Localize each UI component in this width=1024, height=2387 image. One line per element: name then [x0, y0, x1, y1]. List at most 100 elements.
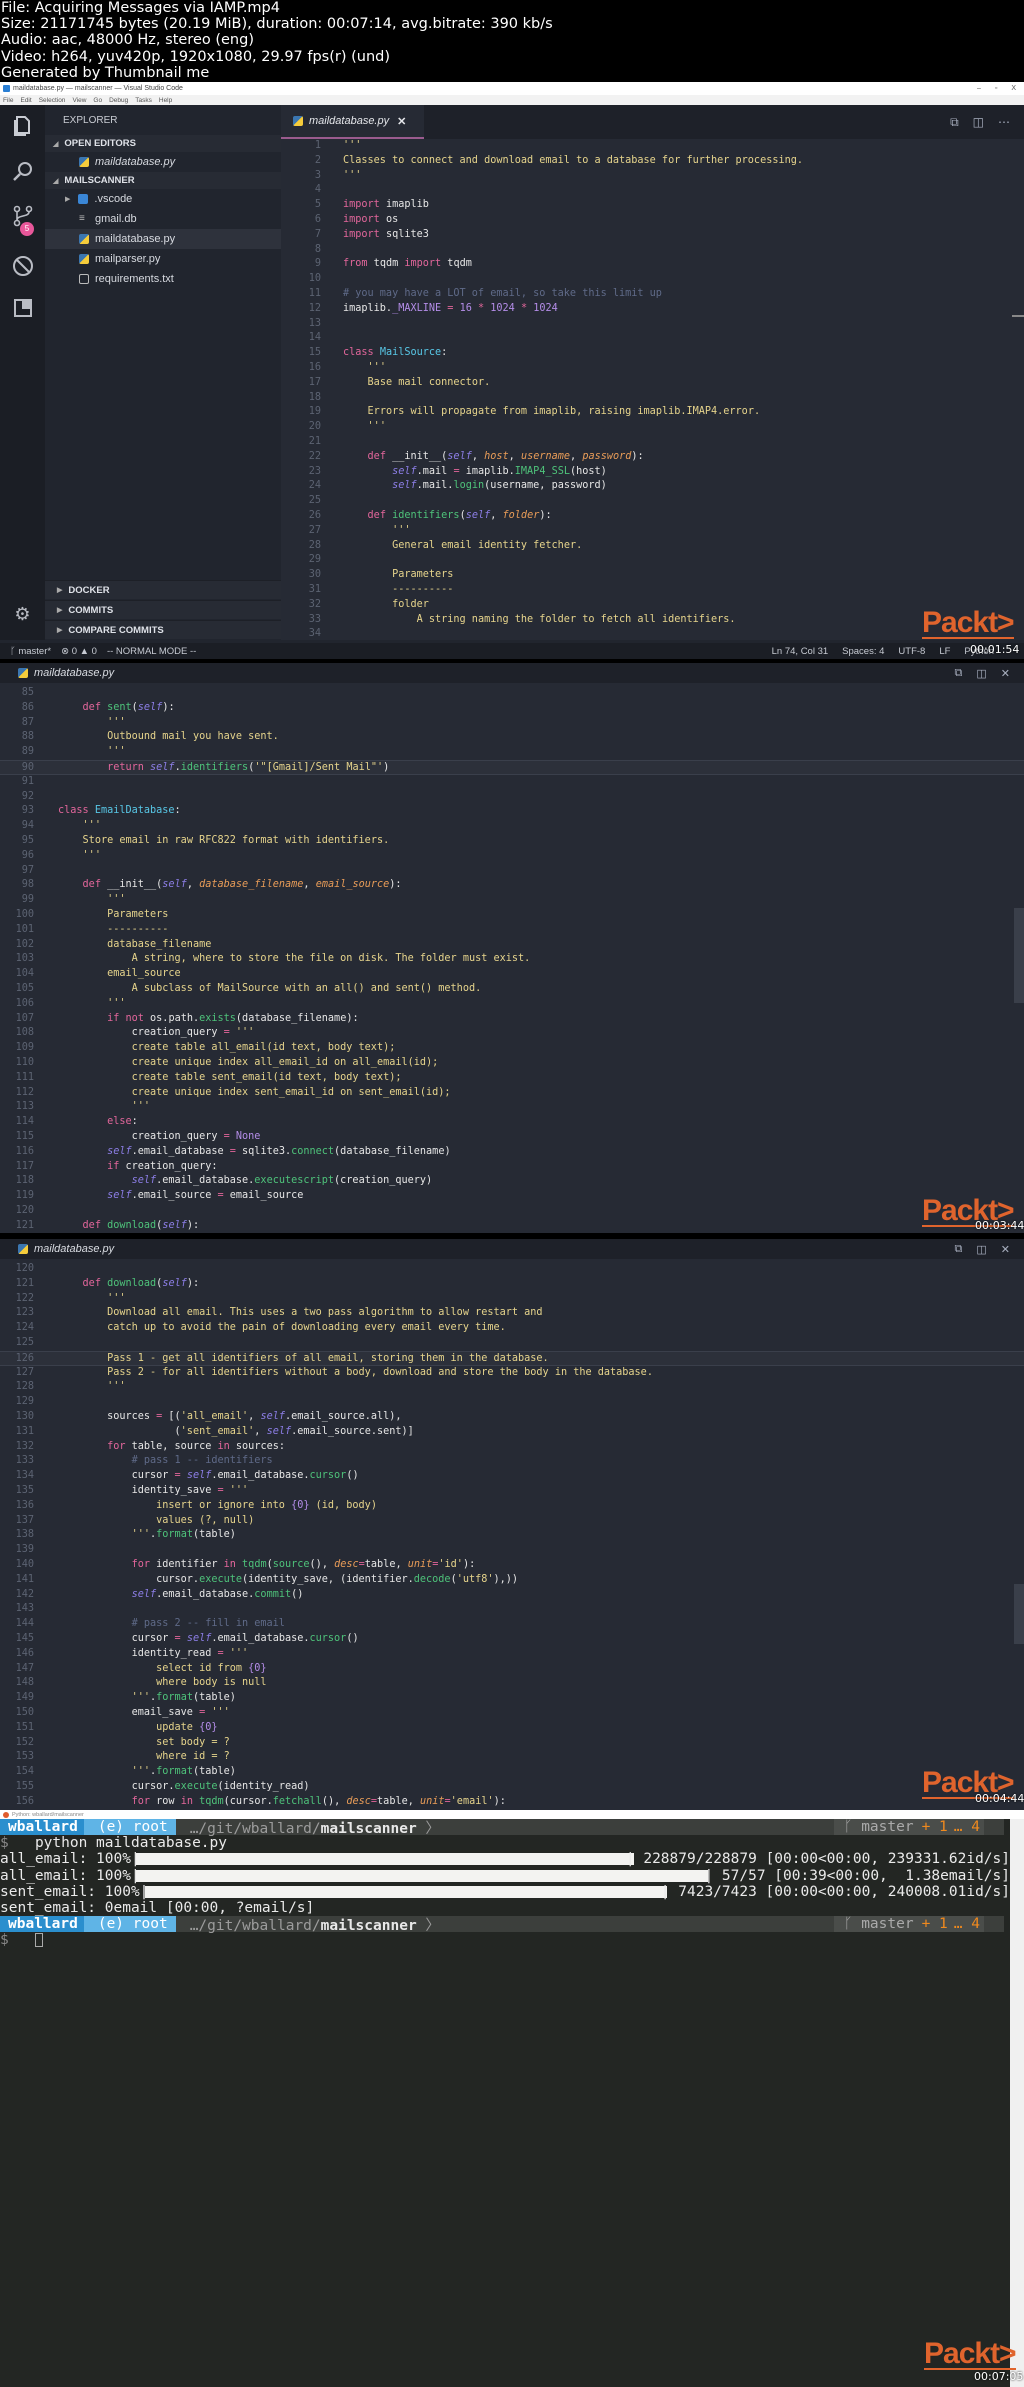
scrollbar-thumb[interactable] — [1014, 1584, 1024, 1644]
code-line[interactable]: 144 # pass 2 -- fill in email — [0, 1617, 1024, 1632]
code-line[interactable]: 3 ''' — [281, 169, 1024, 184]
code-line[interactable]: 122 ''' — [0, 1292, 1024, 1307]
code-line[interactable]: 128 ''' — [0, 1380, 1024, 1395]
code-line[interactable]: 138 '''.format(table) — [0, 1528, 1024, 1543]
problems-status[interactable]: ⊗ 0 ▲ 0 — [61, 646, 97, 657]
code-line[interactable]: 23 self.mail = imaplib.IMAP4_SSL(host) — [281, 465, 1024, 480]
more-icon[interactable]: ⋯ — [998, 115, 1010, 130]
compare-commits-section[interactable]: ▶ COMPARE COMMITS — [45, 620, 281, 639]
code-line[interactable]: 99 ''' — [0, 893, 1024, 908]
code-line[interactable]: 149 '''.format(table) — [0, 1691, 1024, 1706]
code-line[interactable]: 123 Download all email. This uses a two … — [0, 1306, 1024, 1321]
close-icon[interactable]: ✕ — [1001, 667, 1010, 680]
terminal-output[interactable]: wballard (e) root …/git/wballard/mailsca… — [0, 1819, 1024, 1949]
code-line[interactable]: 11 # you may have a LOT of email, so take… — [281, 287, 1024, 302]
minimize-button[interactable]: – — [977, 85, 981, 92]
code-line[interactable]: 121 def download(self): — [0, 1219, 1024, 1234]
code-line[interactable]: 88 Outbound mail you have sent. — [0, 730, 1024, 745]
code-line[interactable]: 154 '''.format(table) — [0, 1765, 1024, 1780]
code-line[interactable]: 14 — [281, 331, 1024, 346]
tab-label[interactable]: maildatabase.py — [34, 667, 114, 679]
menu-debug[interactable]: Debug — [109, 97, 128, 104]
code-line[interactable]: 120 — [0, 1204, 1024, 1219]
code-line[interactable]: 2 Classes to connect and download email t… — [281, 154, 1024, 169]
code-line[interactable]: 115 creation_query = None — [0, 1130, 1024, 1145]
code-area[interactable]: 1 ''' 2 Classes to connect and download ema… — [281, 139, 1024, 642]
code-line[interactable]: 16 ''' — [281, 361, 1024, 376]
code-line[interactable]: 100 Parameters — [0, 908, 1024, 923]
code-line[interactable]: 124 catch up to avoid the pain of downlo… — [0, 1321, 1024, 1336]
tree-item-vscode[interactable]: ▶ .vscode — [45, 189, 281, 209]
code-line[interactable]: 85 — [0, 686, 1024, 701]
code-line[interactable]: 1 ''' — [281, 139, 1024, 154]
code-line[interactable]: 92 — [0, 790, 1024, 805]
code-line[interactable]: 150 email_save = ''' — [0, 1706, 1024, 1721]
code-line[interactable]: 4 — [281, 183, 1024, 198]
code-line[interactable]: 156 for row in tqdm(cursor.fetchall(), d… — [0, 1795, 1024, 1810]
code-line[interactable]: 34 — [281, 627, 1024, 642]
code-line[interactable]: 87 ''' — [0, 716, 1024, 731]
code-line[interactable]: 22 def __init__(self, host, username, pa… — [281, 450, 1024, 465]
scrollbar-thumb[interactable] — [1014, 908, 1024, 1003]
code-line[interactable]: 94 ''' — [0, 819, 1024, 834]
code-line[interactable]: 86 def sent(self): — [0, 701, 1024, 716]
code-line[interactable]: 137 values (?, null) — [0, 1514, 1024, 1529]
gear-icon[interactable]: ⚙ — [10, 602, 35, 627]
extensions-icon[interactable] — [10, 298, 35, 323]
docker-section[interactable]: ▶ DOCKER — [45, 580, 281, 599]
tree-item-mailparser[interactable]: mailparser.py — [45, 249, 281, 269]
code-line[interactable]: 111 create table sent_email(id text, bod… — [0, 1071, 1024, 1086]
code-line[interactable]: 109 create table all_email(id text, body… — [0, 1041, 1024, 1056]
menu-go[interactable]: Go — [93, 97, 102, 104]
open-editors-header[interactable]: ◢ OPEN EDITORS — [45, 135, 281, 152]
code-line[interactable]: 125 — [0, 1336, 1024, 1351]
code-line[interactable]: 142 self.email_database.commit() — [0, 1588, 1024, 1603]
code-line[interactable]: 104 email_source — [0, 967, 1024, 982]
indent-setting[interactable]: Spaces: 4 — [842, 646, 884, 657]
editor-tab[interactable]: maildatabase.py ✕ — [281, 105, 424, 139]
branch-status[interactable]: ᚴ master* — [10, 646, 51, 657]
menu-tasks[interactable]: Tasks — [135, 97, 152, 104]
code-line[interactable]: 139 — [0, 1543, 1024, 1558]
split-editor-icon[interactable]: ◫ — [976, 1243, 986, 1256]
code-line[interactable]: 146 identity_read = ''' — [0, 1647, 1024, 1662]
code-line[interactable]: 101 ---------- — [0, 923, 1024, 938]
commits-section[interactable]: ▶ COMMITS — [45, 600, 281, 619]
code-line[interactable]: 143 — [0, 1602, 1024, 1617]
code-line[interactable]: 126 Pass 1 - get all identifiers of all … — [0, 1350, 1024, 1366]
search-icon[interactable] — [10, 160, 35, 185]
code-line[interactable]: 12 imaplib._MAXLINE = 16 * 1024 * 1024 — [281, 302, 1024, 317]
code-line[interactable]: 91 — [0, 775, 1024, 790]
code-line[interactable]: 17 Base mail connector. — [281, 376, 1024, 391]
close-button[interactable]: X — [1011, 85, 1016, 92]
tab-close-icon[interactable]: ✕ — [397, 115, 406, 128]
code-line[interactable]: 129 — [0, 1395, 1024, 1410]
code-line[interactable]: 132 for table, source in sources: — [0, 1440, 1024, 1455]
tab-label[interactable]: maildatabase.py — [34, 1243, 114, 1255]
code-line[interactable]: 151 update {0} — [0, 1721, 1024, 1736]
code-line[interactable]: 26 def identifiers(self, folder): — [281, 509, 1024, 524]
code-line[interactable]: 8 — [281, 243, 1024, 258]
tree-item-requirements[interactable]: requirements.txt — [45, 269, 281, 289]
code-line[interactable]: 90 return self.identifiers('"[Gmail]/Sen… — [0, 759, 1024, 775]
code-line[interactable]: 24 self.mail.login(username, password) — [281, 479, 1024, 494]
code-line[interactable]: 18 — [281, 391, 1024, 406]
code-line[interactable]: 127 Pass 2 - for all identifiers without… — [0, 1366, 1024, 1381]
code-line[interactable]: 120 — [0, 1262, 1024, 1277]
open-editor-item[interactable]: maildatabase.py — [45, 152, 281, 172]
code-line[interactable]: 107 if not os.path.exists(database_filen… — [0, 1012, 1024, 1027]
code-line[interactable]: 113 ''' — [0, 1100, 1024, 1115]
tree-item-gmail-db[interactable]: ≡ gmail.db — [45, 209, 281, 229]
close-icon[interactable]: ✕ — [1001, 1243, 1010, 1256]
cursor-position[interactable]: Ln 74, Col 31 — [772, 646, 829, 657]
code-line[interactable]: 5 import imaplib — [281, 198, 1024, 213]
scrollbar-marker[interactable] — [1012, 315, 1024, 317]
code-line[interactable]: 114 else: — [0, 1115, 1024, 1130]
project-header[interactable]: ◢ MAILSCANNER — [45, 172, 281, 189]
code-line[interactable]: 118 self.email_database.executescript(cr… — [0, 1174, 1024, 1189]
code-line[interactable]: 134 cursor = self.email_database.cursor(… — [0, 1469, 1024, 1484]
menu-file[interactable]: File — [3, 97, 13, 104]
code-line[interactable]: 95 Store email in raw RFC822 format with… — [0, 834, 1024, 849]
split-editor-icon[interactable]: ◫ — [976, 667, 986, 680]
code-line[interactable]: 97 — [0, 864, 1024, 879]
